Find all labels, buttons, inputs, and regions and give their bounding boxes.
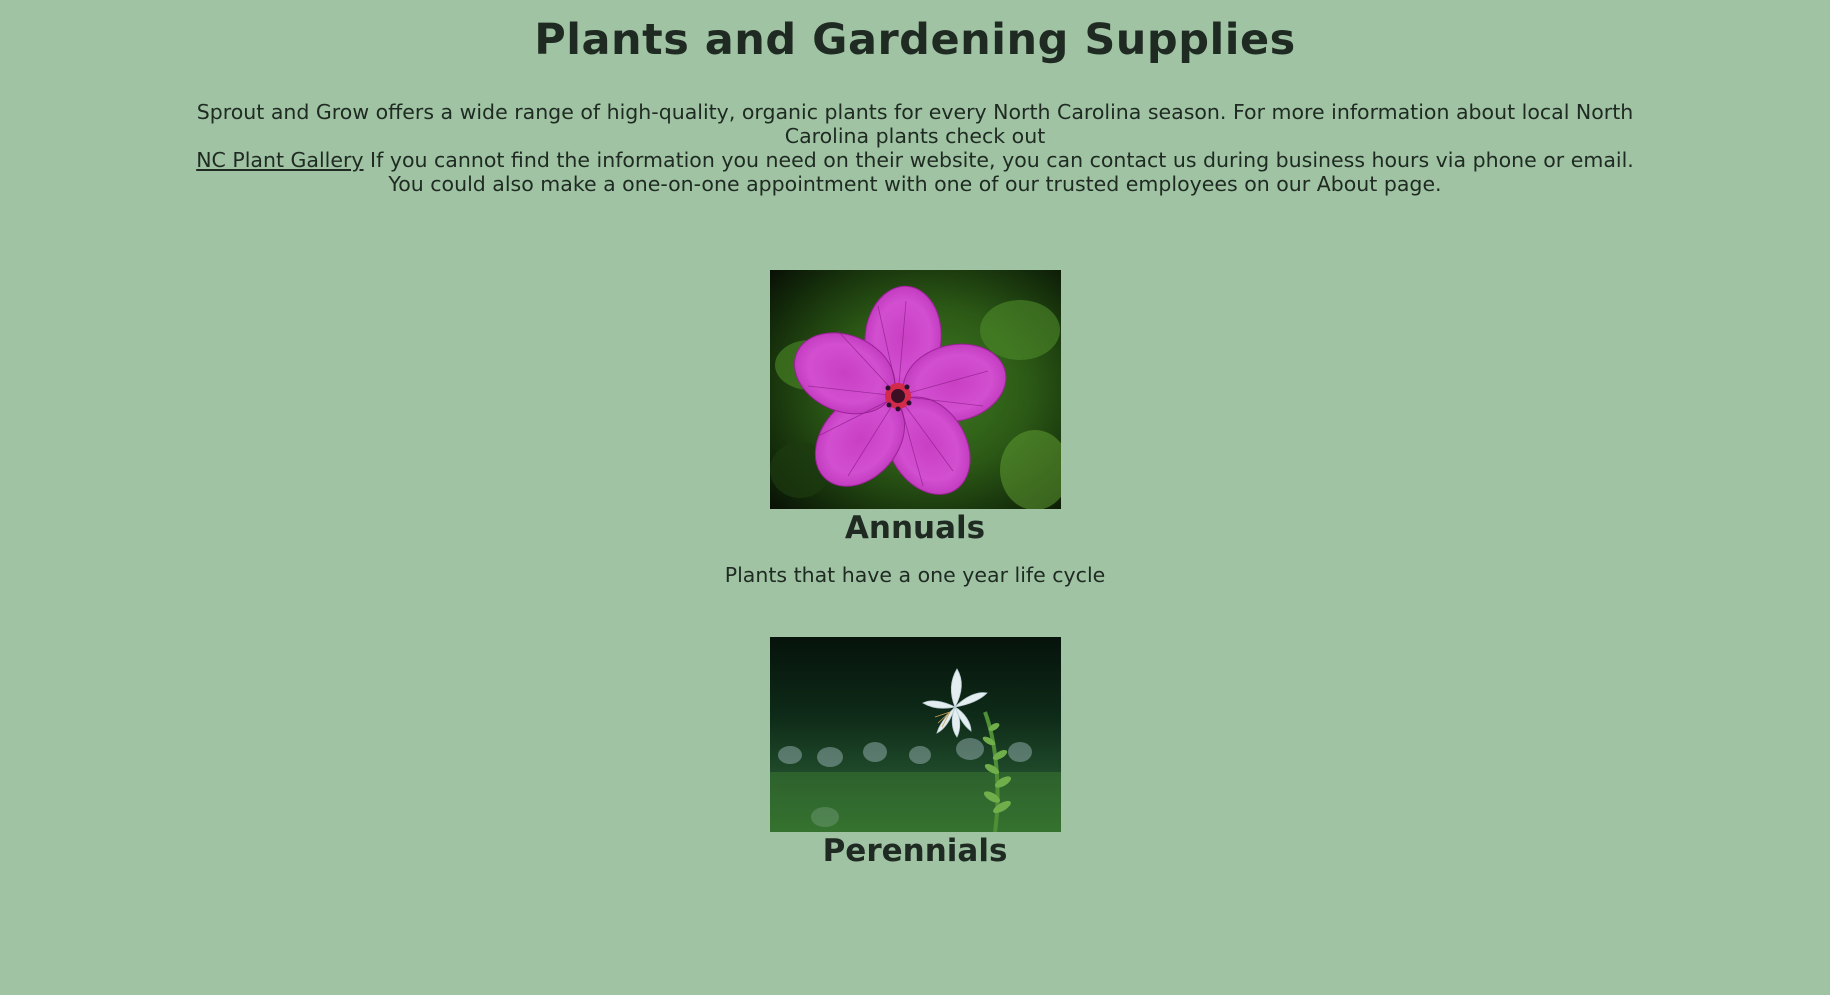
nc-plant-gallery-link[interactable]: NC Plant Gallery [196, 148, 363, 172]
intro-text: Sprout and Grow offers a wide range of h… [196, 100, 1634, 148]
annuals-image [769, 270, 1061, 509]
annuals-heading: Annuals [844, 510, 986, 546]
perennials-heading: Perennials [822, 833, 1008, 869]
page-title: Plants and Gardening Supplies [534, 15, 1296, 65]
page: Plants and Gardening Supplies Sprout and… [0, 0, 1830, 870]
white-hosta-lily-photo [769, 637, 1061, 832]
pink-geranium-flower-photo [769, 270, 1061, 509]
annuals-description: Plants that have a one year life cycle [724, 563, 1106, 587]
intro-paragraph: Sprout and Grow offers a wide range of h… [180, 100, 1650, 196]
perennials-image [769, 637, 1061, 832]
intro-text-continued: If you cannot find the information you n… [363, 148, 1634, 196]
